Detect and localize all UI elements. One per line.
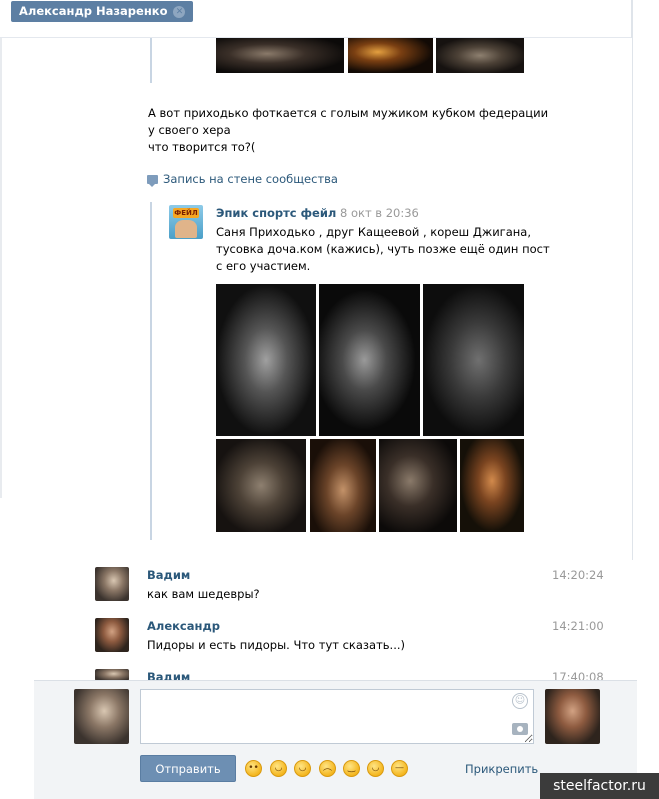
close-icon[interactable]: ✕ [173, 5, 186, 18]
avatar[interactable] [95, 567, 129, 601]
my-avatar[interactable] [74, 689, 129, 744]
smile-icon[interactable]: ☺ [512, 693, 528, 709]
message-author[interactable]: Вадим [147, 568, 190, 582]
post-text-line: с его участием. [216, 259, 311, 273]
emoji-neutral-icon[interactable]: — [391, 760, 408, 777]
attach-link[interactable]: Прикрепить [465, 762, 538, 776]
right-border [632, 0, 633, 560]
emoji-smile-icon[interactable]: ◡ [270, 760, 287, 777]
avatar[interactable] [95, 618, 129, 652]
post-text-line: Саня Приходько , друг Кащеевой , кореш Д… [216, 225, 531, 239]
comment-icon [147, 175, 158, 187]
group-avatar-face [175, 220, 197, 238]
emoji-worried-icon[interactable]: ︵ [319, 760, 336, 777]
photo[interactable] [348, 38, 433, 73]
post-photo[interactable] [319, 284, 420, 436]
photo[interactable] [216, 38, 344, 73]
group-logo: ФЕЙЛ [173, 208, 199, 218]
watermark: steelfactor.ru [540, 773, 659, 799]
emoji-smirk-icon[interactable]: ‿ [343, 760, 360, 777]
message-text: Пидоры и есть пидоры. Что тут сказать...… [147, 638, 406, 652]
post-photo[interactable] [310, 439, 376, 532]
left-strip [0, 38, 2, 498]
post-text-line: тусовка доча.ком (кажись), чуть позже ещ… [216, 242, 550, 256]
post-header: Эпик спортс фейл 8 окт в 20:36 [216, 205, 419, 222]
dialog-tab-title: Александр Назаренко [19, 4, 168, 18]
dialog-tab[interactable]: Александр Назаренко ✕ [11, 1, 194, 22]
post-photo[interactable] [216, 284, 316, 436]
emoji-rolling-eyes-icon[interactable]: •• [245, 760, 262, 777]
group-name-link[interactable]: Эпик спортс фейл [216, 206, 336, 220]
message-author[interactable]: Александр [147, 619, 220, 633]
post-photo[interactable] [216, 439, 306, 532]
message-line: у своего хера [148, 123, 231, 137]
group-avatar[interactable]: ФЕЙЛ [169, 205, 203, 239]
post-photo[interactable] [379, 439, 457, 532]
message-line: А вот приходько фоткается с голым мужико… [148, 106, 549, 120]
camera-icon[interactable] [512, 723, 528, 735]
photo[interactable] [436, 38, 524, 73]
message-time: 14:20:24 [552, 568, 604, 582]
post-photo[interactable] [423, 284, 524, 436]
emoji-laugh-icon[interactable]: ◡ [294, 760, 311, 777]
quote-line [150, 202, 152, 540]
post-date[interactable]: 8 окт в 20:36 [340, 206, 419, 220]
message-time: 14:21:00 [552, 619, 604, 633]
message-line: что творится то?( [148, 140, 256, 154]
post-photo[interactable] [460, 439, 524, 532]
message-input[interactable] [140, 689, 534, 744]
companion-avatar[interactable] [545, 689, 600, 744]
message-text: как вам шедевры? [147, 587, 260, 601]
wall-post-label: Запись на стене сообщества [163, 172, 338, 186]
wall-post-link[interactable]: Запись на стене сообщества [147, 171, 338, 188]
top-bar: Александр Назаренко ✕ [0, 0, 632, 38]
emoji-grin-icon[interactable]: ◡ [367, 760, 384, 777]
quote-line [150, 38, 152, 83]
send-button[interactable]: Отправить [140, 755, 236, 782]
